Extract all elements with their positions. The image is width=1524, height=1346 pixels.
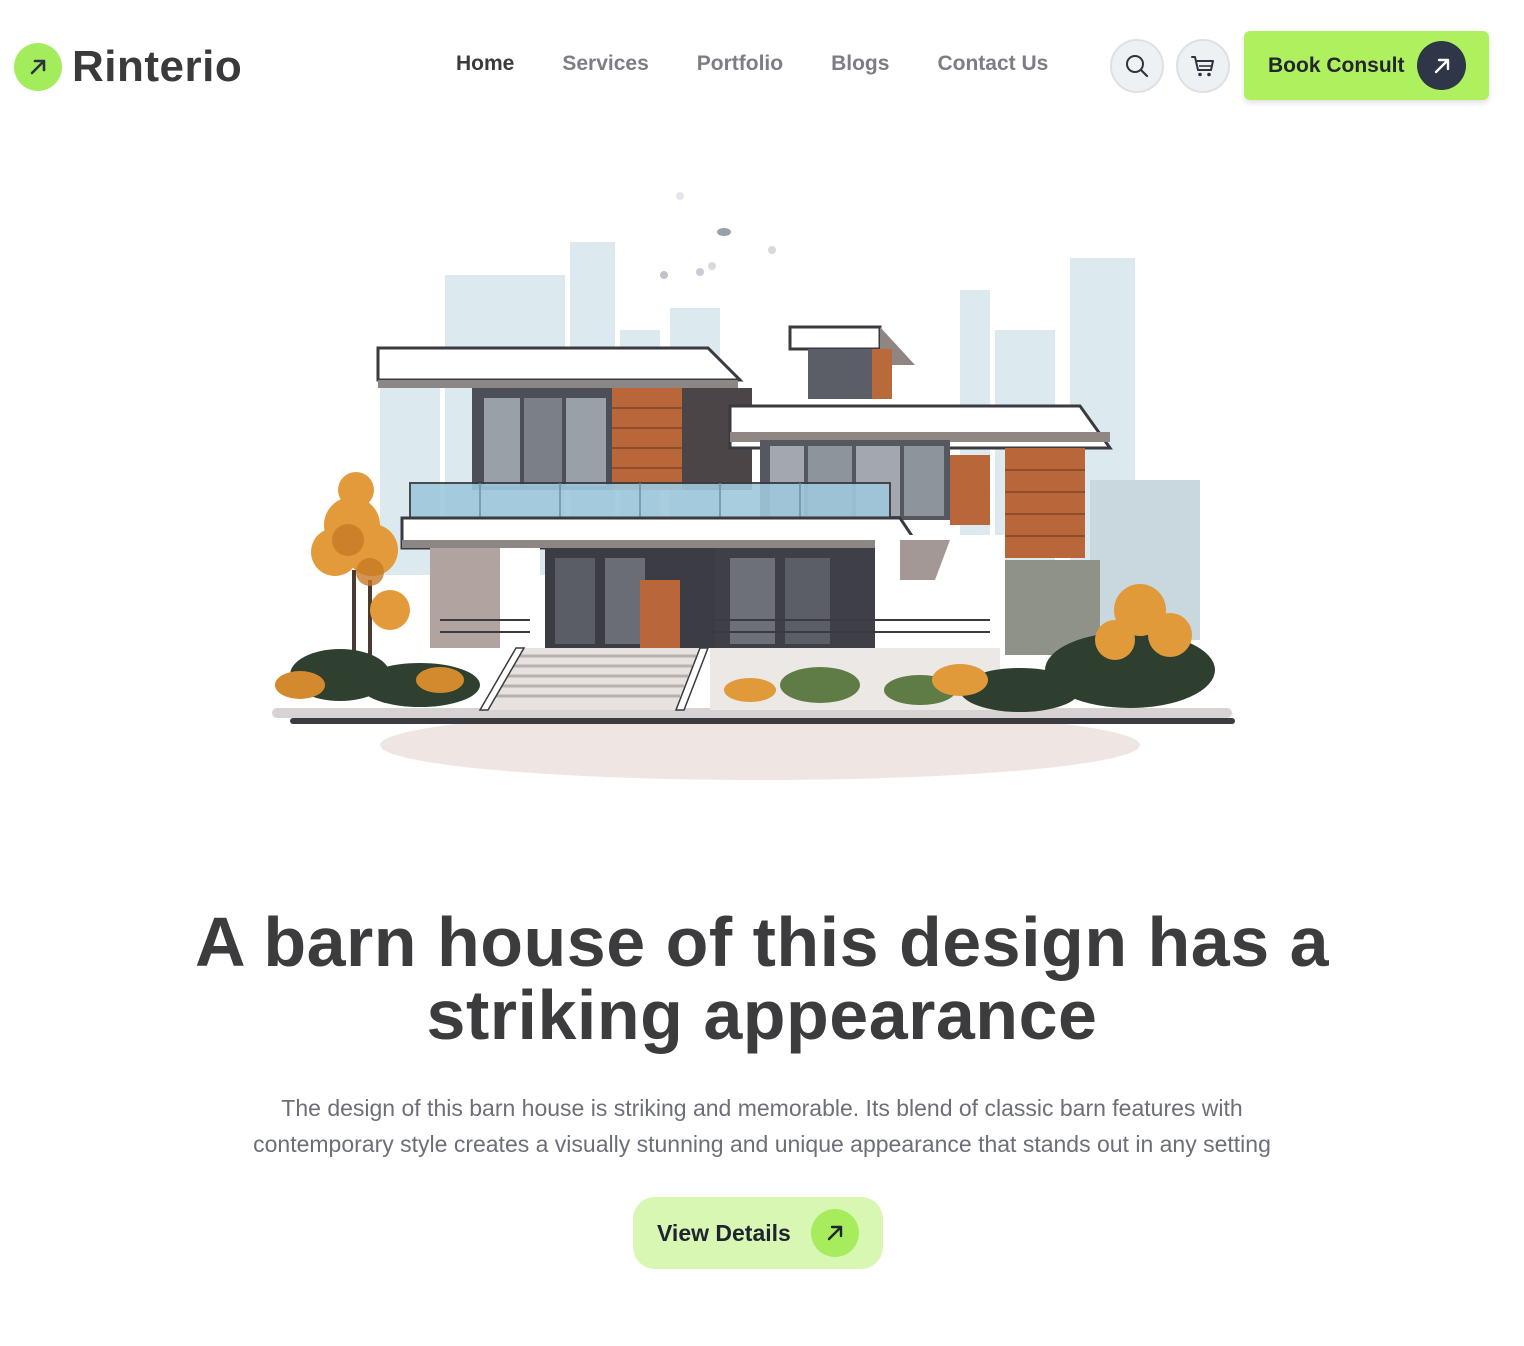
view-details-label: View Details [657, 1219, 791, 1246]
hero-description-line1: The design of this barn house is strikin… [281, 1095, 1243, 1121]
nav-item-portfolio[interactable]: Portfolio [697, 52, 783, 76]
search-button[interactable] [1110, 39, 1164, 93]
arrow-up-right-icon [811, 1209, 859, 1257]
book-consult-label: Book Consult [1268, 53, 1405, 77]
search-icon [1126, 55, 1149, 78]
cart-button[interactable] [1176, 39, 1230, 93]
hero-title-line1: A barn house of this design has a [194, 903, 1330, 981]
arrow-up-right-icon [1417, 41, 1466, 90]
book-consult-button[interactable]: Book Consult [1244, 31, 1489, 100]
site-header: Rinterio Home Services Portfolio Blogs C… [0, 0, 1524, 132]
nav-item-contact-us[interactable]: Contact Us [937, 52, 1048, 76]
main-nav: Home Services Portfolio Blogs Contact Us [456, 52, 1048, 76]
hero-description-line2: contemporary style creates a visually st… [253, 1131, 1271, 1157]
nav-item-services[interactable]: Services [562, 52, 648, 76]
hero-house-illustration [272, 192, 1235, 780]
hero-title-line2: striking appearance [426, 976, 1098, 1054]
cart-icon [1191, 56, 1214, 77]
nav-item-blogs[interactable]: Blogs [831, 52, 889, 76]
hero-title: A barn house of this design has a striki… [100, 906, 1424, 1052]
arrow-up-right-icon [14, 43, 62, 91]
view-details-button[interactable]: View Details [633, 1197, 883, 1269]
brand-logo[interactable]: Rinterio [14, 42, 242, 92]
nav-item-home[interactable]: Home [456, 52, 514, 76]
hero-description: The design of this barn house is strikin… [150, 1090, 1374, 1162]
brand-name: Rinterio [72, 42, 243, 91]
